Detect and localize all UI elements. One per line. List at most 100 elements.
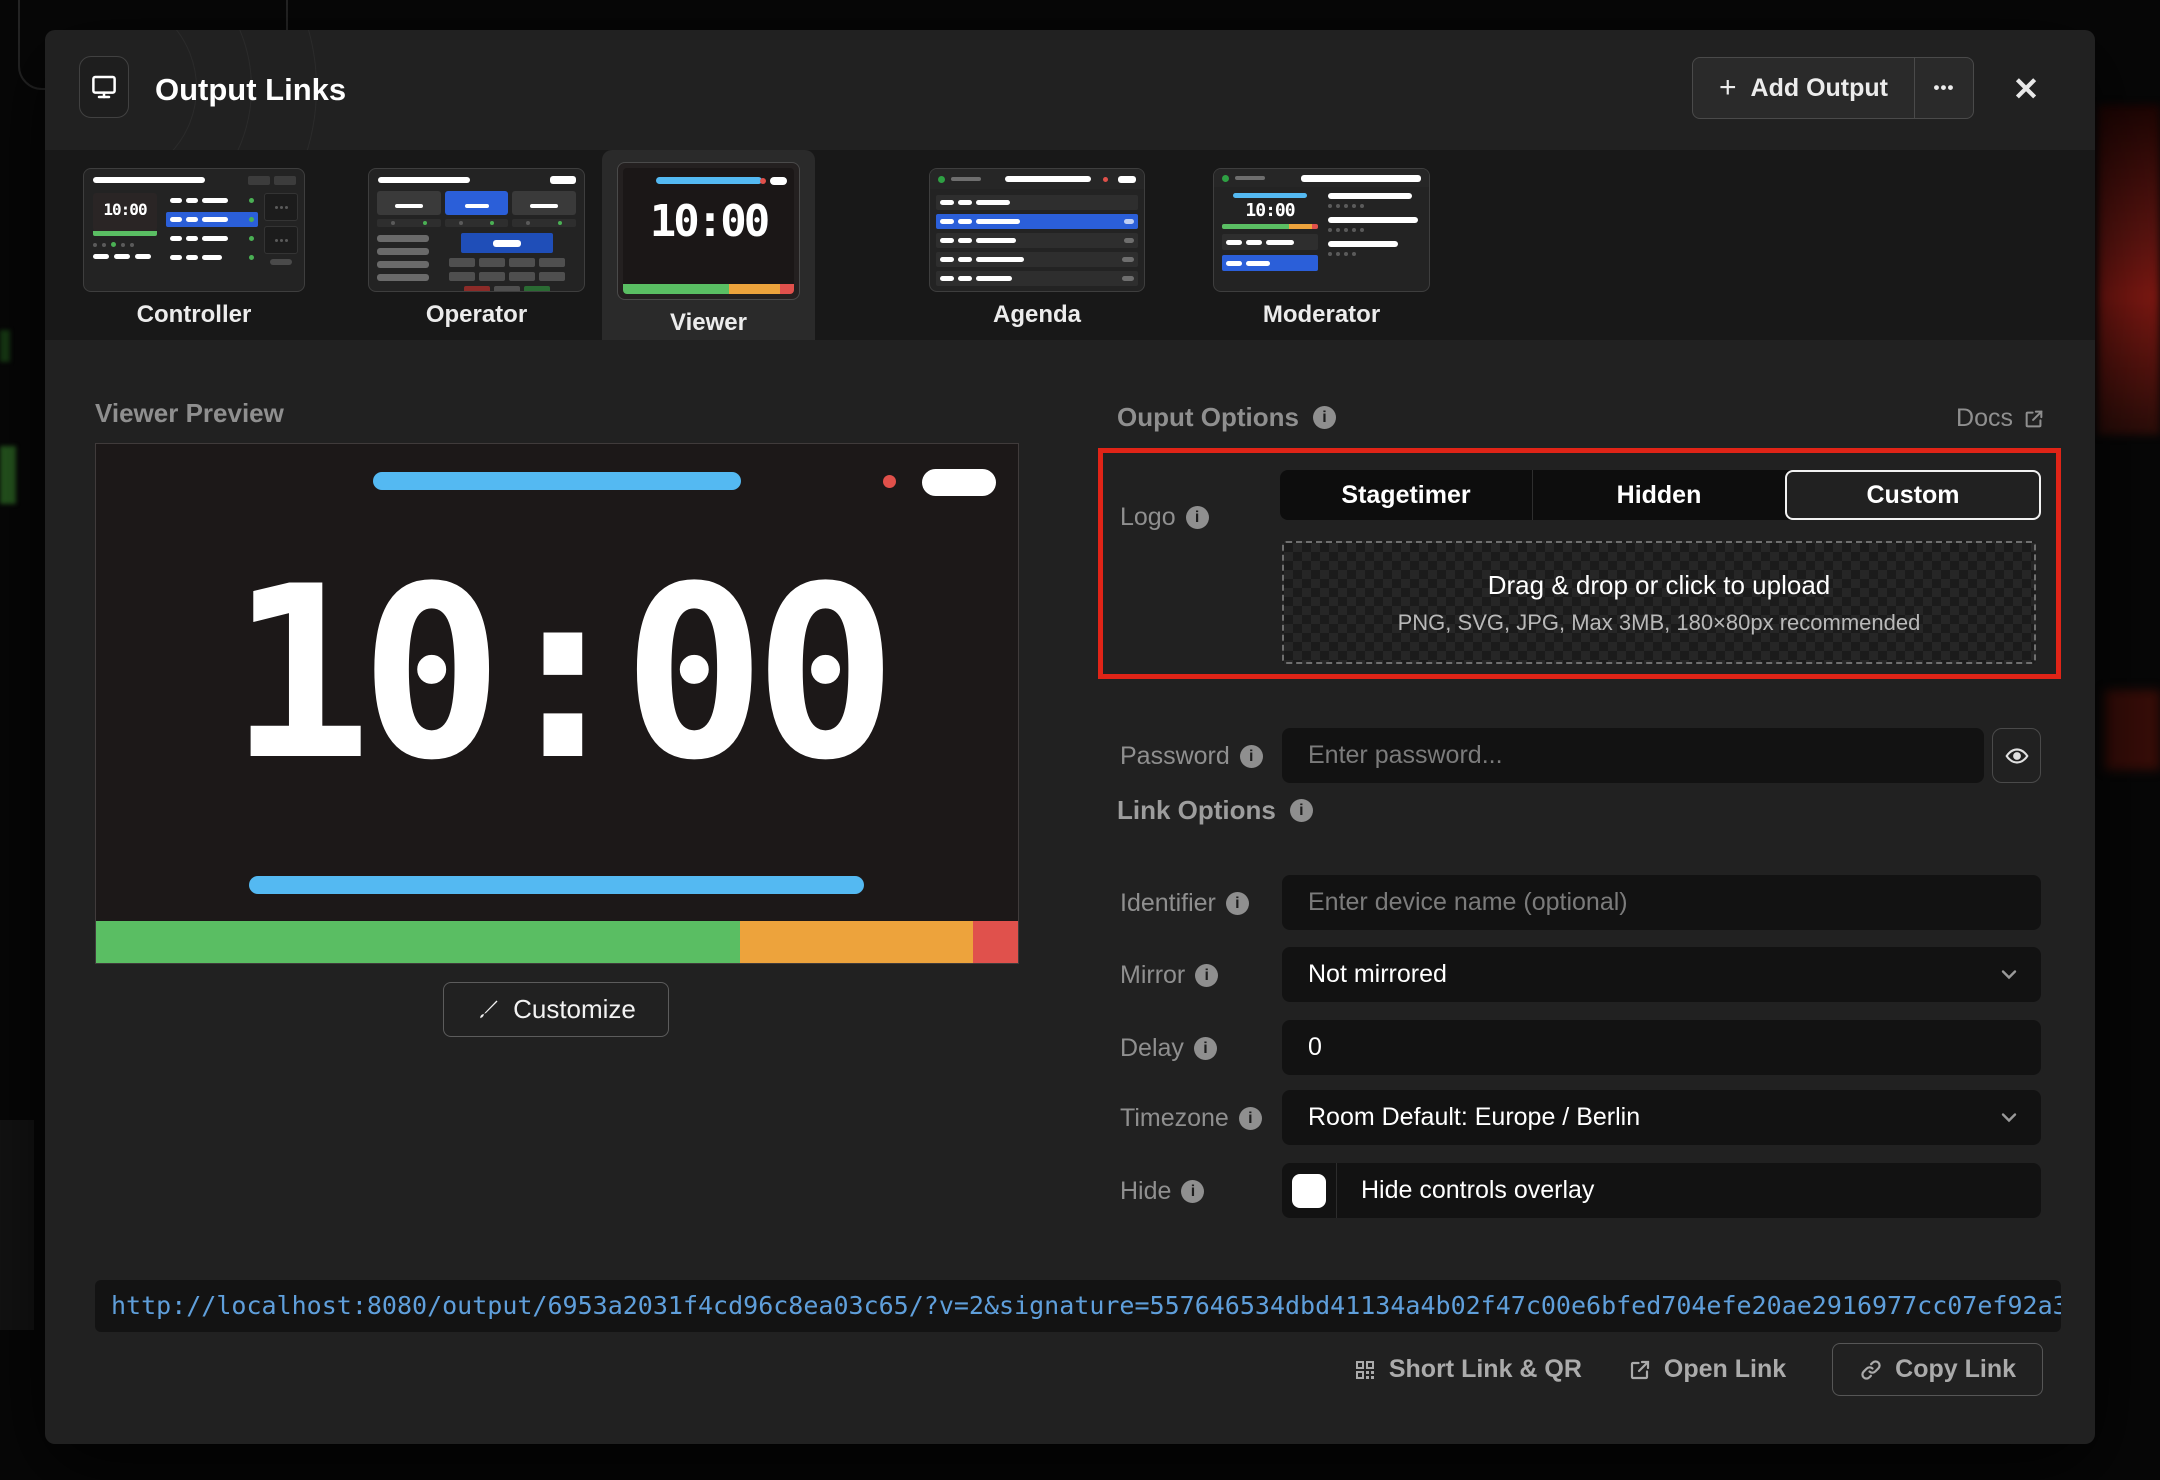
customize-button[interactable]: Customize	[443, 982, 669, 1037]
output-url[interactable]: http://localhost:8080/output/6953a2031f4…	[95, 1280, 2061, 1332]
dropzone-subtitle: PNG, SVG, JPG, Max 3MB, 180×80px recomme…	[1398, 610, 1921, 636]
timezone-value: Room Default: Europe / Berlin	[1282, 1090, 2041, 1145]
hide-checkbox-label: Hide controls overlay	[1337, 1176, 1594, 1205]
close-icon[interactable]: ✕	[2003, 70, 2049, 108]
hide-label: Hide i	[1120, 1177, 1204, 1206]
short-link-qr-button[interactable]: Short Link & QR	[1353, 1355, 1582, 1384]
viewer-preview: 10:00	[95, 443, 1019, 964]
thumb-timer: 10:00	[1222, 198, 1318, 224]
tab-label: Operator	[368, 301, 585, 329]
output-tabs: 10:00	[45, 150, 2095, 340]
thumb-timer: 10:00	[93, 193, 157, 231]
logo-segmented-control: Stagetimer Hidden Custom	[1280, 470, 2041, 520]
info-icon[interactable]: i	[1290, 799, 1313, 822]
customize-label: Customize	[513, 994, 636, 1025]
link-icon	[1859, 1358, 1883, 1382]
controller-thumbnail: 10:00	[83, 168, 305, 292]
backdrop-green-blob	[0, 446, 16, 504]
password-label: Password i	[1120, 742, 1263, 771]
preview-progress-bar	[96, 921, 1018, 963]
delay-label: Delay i	[1120, 1034, 1217, 1063]
preview-message-bar	[249, 876, 864, 894]
info-icon[interactable]: i	[1239, 1107, 1262, 1130]
show-password-button[interactable]	[1992, 728, 2041, 783]
mirror-label: Mirror i	[1120, 961, 1218, 990]
mirror-select[interactable]: Not mirrored	[1282, 947, 2041, 1002]
backdrop-gray-blob	[0, 1120, 34, 1330]
moderator-thumbnail: 10:00	[1213, 168, 1430, 292]
backdrop-red-blob	[2105, 690, 2160, 770]
info-icon[interactable]: i	[1194, 1037, 1217, 1060]
thumb-timer: 10:00	[623, 196, 794, 247]
info-icon[interactable]: i	[1181, 1180, 1204, 1203]
stagetimer-logo	[1222, 175, 1229, 182]
viewer-thumbnail: 10:00	[617, 162, 800, 300]
link-options-heading: Link Options i	[1117, 795, 1313, 826]
eye-icon	[2004, 743, 2030, 769]
open-link-button[interactable]: Open Link	[1628, 1355, 1786, 1384]
docs-link[interactable]: Docs	[1956, 404, 2045, 433]
paintbrush-icon	[476, 998, 500, 1022]
delay-field-wrap	[1282, 1020, 2041, 1075]
dropzone-title: Drag & drop or click to upload	[1488, 570, 1831, 601]
backdrop-red-blob	[2098, 105, 2160, 435]
plus-icon: +	[1719, 73, 1737, 103]
hide-row: Hide controls overlay	[1282, 1163, 2041, 1218]
segment-stagetimer[interactable]: Stagetimer	[1280, 470, 1532, 520]
info-icon[interactable]: i	[1186, 506, 1209, 529]
copy-link-button[interactable]: Copy Link	[1832, 1343, 2043, 1396]
identifier-label: Identifier i	[1120, 889, 1249, 918]
logo-label: Logo i	[1120, 503, 1209, 532]
info-icon[interactable]: i	[1226, 892, 1249, 915]
stagetimer-logo	[938, 176, 945, 183]
output-links-modal: Output Links + Add Output ••• ✕ 10:00	[45, 30, 2095, 1444]
progress-red	[973, 921, 1018, 963]
tab-label: Controller	[83, 301, 305, 329]
hide-controls-checkbox[interactable]	[1292, 1174, 1326, 1208]
tab-controller[interactable]: 10:00	[83, 168, 305, 329]
preview-title-bar	[373, 472, 741, 490]
tab-operator[interactable]: Operator	[368, 168, 585, 329]
tab-label: Agenda	[929, 301, 1145, 329]
timezone-label: Timezone i	[1120, 1104, 1262, 1133]
logo-upload-dropzone[interactable]: Drag & drop or click to upload PNG, SVG,…	[1282, 541, 2036, 664]
info-icon[interactable]: i	[1195, 964, 1218, 987]
add-output-button-group: + Add Output •••	[1692, 57, 1974, 119]
password-field-wrap	[1282, 728, 1984, 783]
tab-moderator[interactable]: 10:00	[1213, 168, 1430, 329]
output-options-heading: Ouput Options i	[1117, 402, 1336, 433]
preview-flag-pill	[922, 469, 996, 496]
progress-orange	[740, 921, 974, 963]
mirror-value: Not mirrored	[1282, 947, 2041, 1002]
page-title: Output Links	[155, 72, 346, 108]
tab-viewer-selected[interactable]: 10:00 Viewer	[602, 150, 815, 340]
identifier-field-wrap	[1282, 875, 2041, 930]
info-icon[interactable]: i	[1240, 745, 1263, 768]
timezone-select[interactable]: Room Default: Europe / Berlin	[1282, 1090, 2041, 1145]
progress-green	[96, 921, 740, 963]
operator-thumbnail	[368, 168, 585, 292]
segment-hidden[interactable]: Hidden	[1532, 470, 1785, 520]
add-output-label: Add Output	[1751, 74, 1888, 103]
delay-input[interactable]	[1282, 1020, 2041, 1075]
preview-record-dot	[883, 475, 896, 488]
chevron-down-icon	[1997, 962, 2021, 986]
add-output-button[interactable]: + Add Output	[1693, 58, 1915, 118]
password-input[interactable]	[1282, 728, 1984, 783]
info-icon[interactable]: i	[1313, 406, 1336, 429]
preview-timer: 10:00	[96, 556, 1018, 794]
identifier-input[interactable]	[1282, 875, 2041, 930]
monitor-icon	[79, 56, 129, 118]
segment-custom[interactable]: Custom	[1785, 470, 2041, 520]
external-link-icon	[2023, 408, 2045, 430]
tab-label: Viewer	[602, 309, 815, 337]
external-link-icon	[1628, 1358, 1652, 1382]
screen: Output Links + Add Output ••• ✕ 10:00	[0, 0, 2160, 1480]
viewer-preview-heading: Viewer Preview	[95, 398, 284, 429]
footer-actions: Short Link & QR Open Link Copy Link	[45, 1342, 2043, 1397]
chevron-down-icon	[1997, 1105, 2021, 1129]
tab-agenda[interactable]: Agenda	[929, 168, 1145, 329]
more-options-button[interactable]: •••	[1915, 58, 1973, 118]
qr-code-icon	[1353, 1358, 1377, 1382]
tab-label: Moderator	[1213, 301, 1430, 329]
